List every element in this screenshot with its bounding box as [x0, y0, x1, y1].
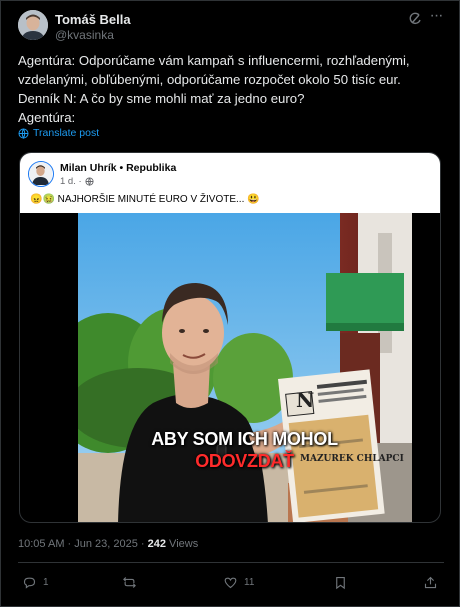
card-time: 1 d. ·: [60, 176, 94, 187]
translate-post-link[interactable]: Translate post: [18, 127, 99, 139]
newspaper-logo: N: [296, 388, 314, 412]
post-text: Agentúra: Odporúčame vám kampaň s influe…: [18, 51, 444, 127]
divider: [18, 562, 444, 563]
translate-label: Translate post: [33, 127, 100, 139]
post-text-line: Agentúra:: [18, 110, 76, 125]
card-avatar: [28, 161, 54, 187]
avatar[interactable]: [18, 10, 48, 40]
reply-button[interactable]: 1: [22, 572, 49, 592]
like-button[interactable]: 11: [223, 572, 254, 592]
card-header: Milan Uhrík • Republika 1 d. · 😠🤢 NAJHOR…: [20, 153, 440, 213]
video-caption-highlight: ODOVZDAŤ: [195, 451, 294, 471]
repost-icon: [123, 576, 136, 588]
like-count: 11: [244, 576, 255, 588]
globe-icon: [85, 177, 94, 186]
post-text-line: Agentúra: Odporúčame vám kampaň s influe…: [18, 53, 410, 68]
video-caption: ABY SOM ICH MOHOL: [151, 429, 338, 449]
card-author: Milan Uhrík • Republika: [60, 162, 177, 174]
grok-icon[interactable]: [408, 12, 422, 26]
repost-button[interactable]: [122, 572, 143, 592]
reply-count: 1: [43, 576, 49, 588]
bookmark-icon: [336, 576, 345, 589]
reply-icon: [23, 577, 36, 589]
post-meta: 10:05 AM · Jun 23, 2025 · 242 Views: [18, 538, 198, 550]
translate-icon: [18, 128, 29, 139]
display-name[interactable]: Tomáš Bella: [55, 12, 131, 27]
views-label: Views: [166, 538, 199, 550]
share-icon: [424, 576, 437, 588]
action-bar: 1 11: [18, 572, 442, 596]
card-time-text: 1 d. ·: [60, 176, 82, 187]
post-header: Tomáš Bella @kvasinka ···: [18, 8, 444, 44]
card-text: 😠🤢 NAJHORŠIE MINUTÉ EURO V ŽIVOTE... 😃: [30, 194, 260, 205]
post-timestamp[interactable]: 10:05 AM · Jun 23, 2025 ·: [18, 538, 148, 550]
share-button[interactable]: [423, 572, 438, 592]
media-card[interactable]: Milan Uhrík • Republika 1 d. · 😠🤢 NAJHOR…: [19, 152, 441, 523]
more-icon[interactable]: ···: [428, 8, 444, 25]
views-count: 242: [147, 538, 166, 550]
post-text-line: Denník N: A čo by sme mohli mať za jedno…: [18, 91, 305, 106]
user-handle[interactable]: @kvasinka: [55, 28, 114, 42]
bookmark-button[interactable]: [333, 572, 348, 592]
post-text-line: vzdelanými, obľúbenými, odporúčame rozpo…: [18, 72, 401, 87]
video-frame[interactable]: N MAZUREK CHLAPCI ABY SOM ICH MOHOL ODOV…: [78, 213, 412, 522]
like-icon: [224, 577, 237, 588]
